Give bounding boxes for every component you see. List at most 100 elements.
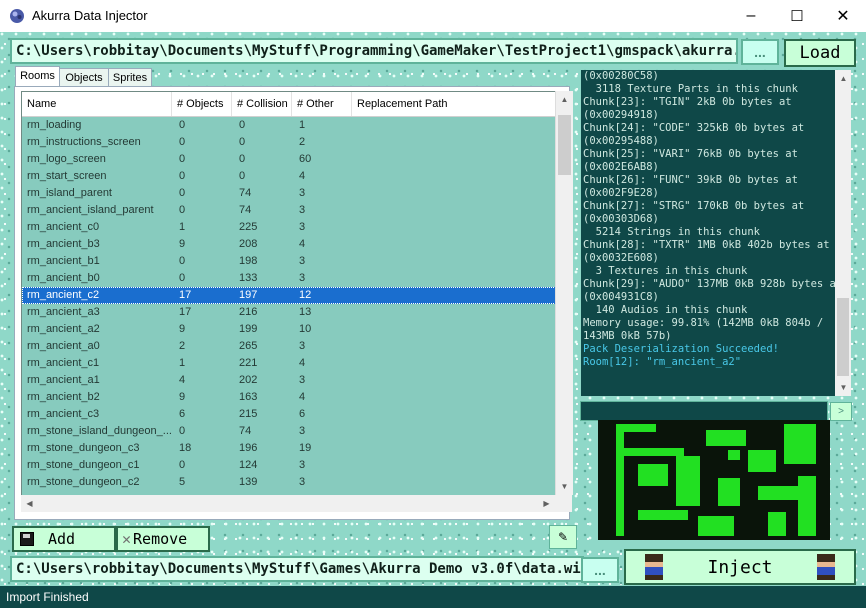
- table-row[interactable]: rm_ancient_a2 9 199 10: [22, 321, 556, 338]
- table-header: Name # Objects # Collision # Other Repla…: [22, 92, 556, 117]
- tab-sprites[interactable]: Sprites: [108, 68, 152, 87]
- target-browse-button[interactable]: ...: [581, 557, 619, 583]
- log-scroll-up-icon[interactable]: ▲: [835, 70, 852, 87]
- table-row[interactable]: rm_stone_island_dungeon_... 0 74 3: [22, 423, 556, 440]
- row-objects: 9: [179, 238, 186, 250]
- table-row[interactable]: rm_stone_dungeon_c3 18 196 19: [22, 440, 556, 457]
- row-objects: 17: [179, 289, 192, 301]
- scroll-up-arrow-icon[interactable]: ▲: [556, 91, 573, 108]
- log-line: (0x0032E608): [583, 252, 659, 264]
- log-line: 140 Audios in this chunk: [583, 304, 748, 316]
- source-browse-button[interactable]: ...: [741, 39, 779, 65]
- table-row[interactable]: rm_ancient_b0 0 133 3: [22, 270, 556, 287]
- inject-button[interactable]: Inject: [624, 549, 856, 585]
- send-command-button[interactable]: >: [830, 402, 852, 421]
- table-row[interactable]: rm_ancient_a0 2 265 3: [22, 338, 556, 355]
- table-row[interactable]: rm_ancient_b2 9 163 4: [22, 389, 556, 406]
- row-replacement-path: [359, 236, 549, 253]
- header-objects[interactable]: # Objects: [172, 92, 232, 116]
- row-name: rm_ancient_c0: [27, 221, 100, 233]
- pencil-icon: ✎: [557, 530, 569, 544]
- log-line: (0x00303D68): [583, 213, 659, 225]
- character-sprite-icon: [816, 554, 835, 580]
- table-row[interactable]: rm_ancient_a1 4 202 3: [22, 372, 556, 389]
- table-row[interactable]: rm_logo_screen 0 0 60: [22, 151, 556, 168]
- table-row[interactable]: rm_ancient_island_parent 0 74 3: [22, 202, 556, 219]
- x-icon: ✕: [122, 530, 132, 548]
- header-collision[interactable]: # Collision: [232, 92, 292, 116]
- row-name: rm_ancient_b2: [27, 391, 100, 403]
- row-objects: 6: [179, 408, 186, 420]
- log-scroll-thumb[interactable]: [837, 298, 849, 376]
- minimize-button[interactable]: –: [728, 0, 774, 32]
- table-row[interactable]: rm_island_parent 0 74 3: [22, 185, 556, 202]
- table-row[interactable]: rm_ancient_b1 0 198 3: [22, 253, 556, 270]
- close-button[interactable]: ✕: [820, 0, 866, 32]
- row-objects: 2: [179, 340, 186, 352]
- scroll-down-arrow-icon[interactable]: ▼: [556, 478, 573, 495]
- load-button[interactable]: Load: [784, 39, 856, 67]
- row-collision: 196: [239, 442, 258, 454]
- table-row[interactable]: rm_instructions_screen 0 0 2: [22, 134, 556, 151]
- log-scroll-down-icon[interactable]: ▼: [835, 379, 852, 396]
- remove-button[interactable]: ✕ Remove: [116, 526, 210, 552]
- log-scrollbar[interactable]: ▲ ▼: [835, 70, 851, 396]
- row-collision: 225: [239, 221, 258, 233]
- table-row[interactable]: rm_ancient_c3 6 215 6: [22, 406, 556, 423]
- log-line: Chunk[27]: "STRG" 170kB 0b bytes at: [583, 200, 805, 212]
- table-row[interactable]: rm_ancient_c0 1 225 3: [22, 219, 556, 236]
- status-text: Import Finished: [6, 590, 89, 604]
- row-objects: 5: [179, 476, 186, 488]
- table-row[interactable]: rm_start_screen 0 0 4: [22, 168, 556, 185]
- header-name[interactable]: Name: [22, 92, 172, 116]
- row-replacement-path: [359, 389, 549, 406]
- row-name: rm_stone_dungeon_c3: [27, 442, 140, 454]
- row-other: 4: [299, 391, 306, 403]
- table-row[interactable]: rm_ancient_b3 9 208 4: [22, 236, 556, 253]
- scroll-left-arrow-icon[interactable]: ◀: [21, 495, 38, 512]
- row-other: 3: [299, 255, 306, 267]
- row-collision: 0: [239, 153, 246, 165]
- row-name: rm_stone_island_dungeon_...: [27, 425, 172, 437]
- row-name: rm_ancient_c1: [27, 357, 100, 369]
- row-name: rm_ancient_a0: [27, 340, 100, 352]
- table-row[interactable]: rm_ancient_c2 17 197 12: [22, 287, 556, 304]
- row-name: rm_instructions_screen: [27, 136, 141, 148]
- window-title: Akurra Data Injector: [32, 8, 148, 23]
- row-replacement-path: [359, 457, 549, 474]
- command-input[interactable]: [580, 401, 828, 421]
- maximize-button[interactable]: ☐: [774, 0, 820, 32]
- header-replacement-path[interactable]: Replacement Path: [352, 92, 556, 116]
- source-path-field[interactable]: C:\Users\robbitay\Documents\MyStuff\Prog…: [10, 38, 738, 64]
- table-row[interactable]: rm_stone_dungeon_c1 0 124 3: [22, 457, 556, 474]
- rooms-table: Name # Objects # Collision # Other Repla…: [21, 91, 557, 497]
- row-objects: 9: [179, 391, 186, 403]
- tab-objects[interactable]: Objects: [59, 68, 109, 87]
- scroll-thumb[interactable]: [558, 115, 571, 175]
- table-row[interactable]: rm_ancient_a3 17 216 13: [22, 304, 556, 321]
- table-row[interactable]: rm_ancient_c1 1 221 4: [22, 355, 556, 372]
- edit-button[interactable]: ✎: [549, 525, 577, 549]
- row-objects: 0: [179, 459, 186, 471]
- log-line: 5214 Strings in this chunk: [583, 226, 761, 238]
- table-row[interactable]: rm_loading 0 0 1: [22, 117, 556, 134]
- table-row[interactable]: rm_stone_dungeon_c2 5 139 3: [22, 474, 556, 491]
- row-replacement-path: [359, 355, 549, 372]
- table-horizontal-scrollbar[interactable]: ◀ ▶: [21, 495, 555, 512]
- title-bar: Akurra Data Injector – ☐ ✕: [0, 0, 866, 32]
- table-vertical-scrollbar[interactable]: ▲ ▼: [555, 91, 573, 495]
- add-button[interactable]: Add: [12, 526, 116, 552]
- target-path-field[interactable]: C:\Users\robbitay\Documents\MyStuff\Game…: [10, 556, 584, 582]
- row-collision: 139: [239, 476, 258, 488]
- room-preview-map: [616, 424, 816, 536]
- row-collision: 202: [239, 374, 258, 386]
- row-other: 3: [299, 204, 306, 216]
- tab-rooms[interactable]: Rooms: [15, 66, 60, 88]
- row-objects: 0: [179, 136, 186, 148]
- add-label: Add: [48, 530, 76, 548]
- log-line: Chunk[26]: "FUNC" 39kB 0b bytes at: [583, 174, 798, 186]
- row-other: 3: [299, 374, 306, 386]
- scroll-right-arrow-icon[interactable]: ▶: [538, 495, 555, 512]
- header-other[interactable]: # Other: [292, 92, 352, 116]
- row-objects: 17: [179, 306, 192, 318]
